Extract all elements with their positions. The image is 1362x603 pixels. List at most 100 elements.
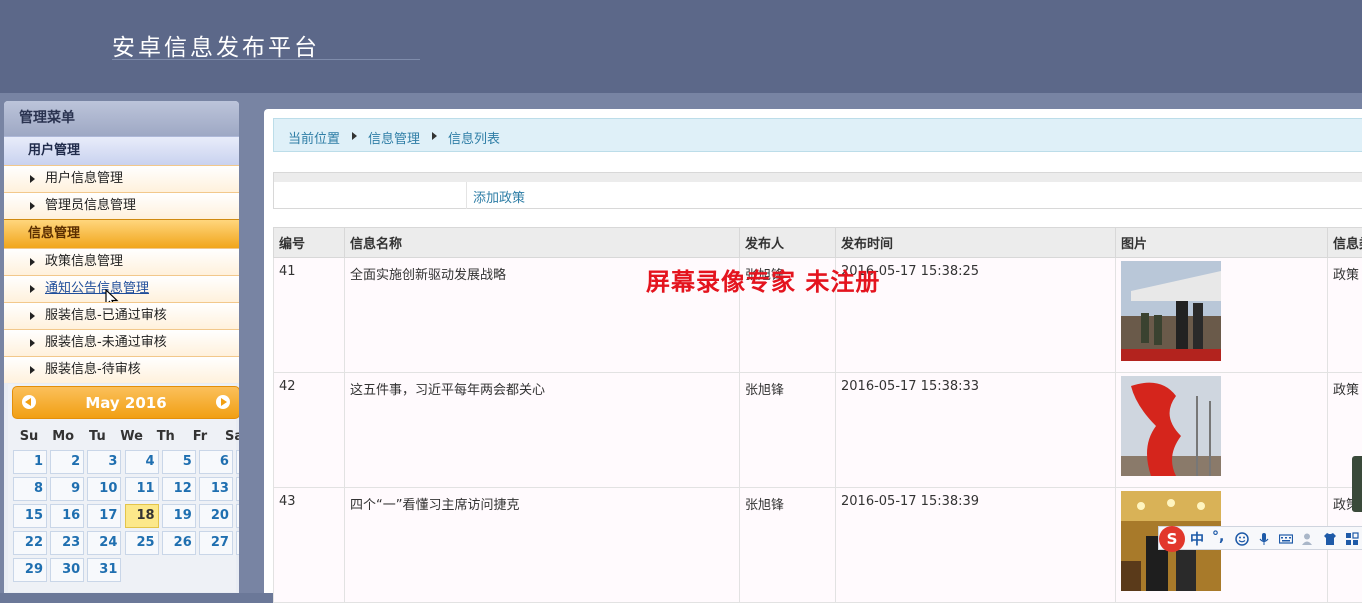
col-header-author: 发布人 bbox=[740, 228, 836, 258]
skin-shirt-icon[interactable] bbox=[1323, 532, 1337, 546]
keyboard-icon[interactable] bbox=[1279, 532, 1293, 546]
ime-logo-icon[interactable]: S bbox=[1159, 526, 1185, 552]
calendar-next-button[interactable] bbox=[216, 395, 230, 409]
screen-recorder-watermark: 屏幕录像专家 未注册 bbox=[646, 262, 880, 297]
ime-toolbar: S 中 °, bbox=[1158, 526, 1362, 550]
ime-mode-toggle[interactable]: 中 bbox=[1190, 529, 1204, 549]
caret-right-icon bbox=[30, 366, 35, 374]
floating-panel-handle[interactable] bbox=[1352, 456, 1362, 512]
sidebar: 管理菜单 用户管理 用户信息管理 管理员信息管理 信息管理 政策信息管理 通知公… bbox=[4, 101, 239, 593]
calendar-title: May 2016 bbox=[13, 394, 239, 412]
calendar-day[interactable]: 26 bbox=[162, 531, 196, 555]
calendar-day-today[interactable]: 18 bbox=[125, 504, 159, 528]
cell-id: 43 bbox=[274, 488, 345, 603]
sidebar-item-admin-info[interactable]: 管理员信息管理 bbox=[4, 192, 239, 219]
sidebar-item-label: 服装信息-未通过审核 bbox=[45, 335, 167, 350]
sidebar-item-notice[interactable]: 通知公告信息管理 bbox=[4, 275, 239, 302]
sidebar-item-clothes-rejected[interactable]: 服装信息-未通过审核 bbox=[4, 329, 239, 356]
calendar-day[interactable]: 3 bbox=[87, 450, 121, 474]
calendar-day[interactable]: 22 bbox=[13, 531, 47, 555]
sidebar-item-label: 通知公告信息管理 bbox=[45, 281, 149, 296]
calendar-day[interactable]: 13 bbox=[199, 477, 233, 501]
calendar-day[interactable]: 12 bbox=[162, 477, 196, 501]
caret-right-icon bbox=[30, 312, 35, 320]
calendar-day[interactable]: 24 bbox=[87, 531, 121, 555]
calendar-day[interactable]: 8 bbox=[13, 477, 47, 501]
ime-punctuation-toggle[interactable]: °, bbox=[1212, 529, 1224, 545]
calendar-day[interactable]: 17 bbox=[87, 504, 121, 528]
calendar-day[interactable]: 21 bbox=[236, 504, 239, 528]
calendar-widget: May 2016 Su Mo Tu We Th Fr Sa 1234567891… bbox=[8, 384, 236, 592]
title-underline bbox=[112, 59, 420, 60]
calendar-day[interactable]: 23 bbox=[50, 531, 84, 555]
calendar-day[interactable]: 16 bbox=[50, 504, 84, 528]
calendar-day[interactable]: 7 bbox=[236, 450, 239, 474]
calendar-day[interactable]: 29 bbox=[13, 558, 47, 582]
calendar-weeks: 1234567891011121314151617181920212223242… bbox=[13, 450, 239, 582]
calendar-header: May 2016 bbox=[12, 386, 239, 419]
sidebar-item-user-info[interactable]: 用户信息管理 bbox=[4, 165, 239, 192]
cell-name: 四个“一”看懂习主席访问捷克 bbox=[345, 488, 740, 603]
calendar-day[interactable]: 2 bbox=[50, 450, 84, 474]
app-title: 安卓信息发布平台 bbox=[112, 28, 320, 62]
calendar-day[interactable]: 9 bbox=[50, 477, 84, 501]
caret-right-icon bbox=[30, 339, 35, 347]
calendar-day[interactable]: 10 bbox=[87, 477, 121, 501]
calendar-day[interactable]: 20 bbox=[199, 504, 233, 528]
cell-id: 42 bbox=[274, 373, 345, 488]
cell-type: 政策 bbox=[1328, 258, 1362, 373]
weekday-label: Tu bbox=[81, 424, 113, 450]
col-header-id: 编号 bbox=[274, 228, 345, 258]
cell-name: 这五件事，习近平每年两会都关心 bbox=[345, 373, 740, 488]
calendar-week-row: 15161718192021 bbox=[13, 504, 239, 528]
sidebar-item-clothes-approved[interactable]: 服装信息-已通过审核 bbox=[4, 302, 239, 329]
caret-right-icon bbox=[352, 132, 357, 140]
calendar-day[interactable]: 11 bbox=[125, 477, 159, 501]
weekday-label: We bbox=[116, 424, 148, 450]
breadcrumb: 当前位置 信息管理 信息列表 bbox=[273, 118, 1362, 152]
menu-group-info[interactable]: 信息管理 bbox=[4, 219, 239, 248]
calendar-day[interactable]: 27 bbox=[199, 531, 233, 555]
cell-time: 2016-05-17 15:38:33 bbox=[836, 373, 1116, 488]
calendar-day[interactable]: 6 bbox=[199, 450, 233, 474]
menu-group-user[interactable]: 用户管理 bbox=[4, 136, 239, 165]
caret-right-icon bbox=[30, 202, 35, 210]
weekday-label: Fr bbox=[184, 424, 216, 450]
calendar-day[interactable]: 14 bbox=[236, 477, 239, 501]
calendar-day[interactable]: 30 bbox=[50, 558, 84, 582]
sidebar-item-label: 用户信息管理 bbox=[45, 171, 123, 186]
table-header-row: 编号 信息名称 发布人 发布时间 图片 信息类 bbox=[274, 228, 1362, 258]
calendar-day[interactable]: 5 bbox=[162, 450, 196, 474]
calendar-day[interactable]: 19 bbox=[162, 504, 196, 528]
sidebar-item-label: 服装信息-待审核 bbox=[45, 362, 141, 377]
calendar-week-row: 22232425262728 bbox=[13, 531, 239, 555]
toolbox-grid-icon[interactable] bbox=[1345, 532, 1359, 546]
sidebar-item-clothes-pending[interactable]: 服装信息-待审核 bbox=[4, 356, 239, 383]
action-bar-strip bbox=[274, 173, 1362, 182]
cell-id: 41 bbox=[274, 258, 345, 373]
microphone-icon[interactable] bbox=[1257, 532, 1271, 546]
calendar-day[interactable]: 4 bbox=[125, 450, 159, 474]
emoji-icon[interactable] bbox=[1235, 532, 1249, 546]
calendar-week-row: 293031 bbox=[13, 558, 239, 582]
col-header-name: 信息名称 bbox=[345, 228, 740, 258]
caret-right-icon bbox=[30, 285, 35, 293]
sidebar-title: 管理菜单 bbox=[4, 101, 239, 136]
calendar-day[interactable]: 15 bbox=[13, 504, 47, 528]
calendar-day[interactable]: 28 bbox=[236, 531, 239, 555]
calendar-day[interactable]: 31 bbox=[87, 558, 121, 582]
calendar-day[interactable]: 25 bbox=[125, 531, 159, 555]
calendar-week-row: 891011121314 bbox=[13, 477, 239, 501]
breadcrumb-item[interactable]: 信息管理 bbox=[368, 128, 420, 147]
arrow-right-icon bbox=[221, 398, 227, 406]
calendar-day[interactable]: 1 bbox=[13, 450, 47, 474]
cell-image bbox=[1116, 373, 1328, 488]
sidebar-item-policy[interactable]: 政策信息管理 bbox=[4, 248, 239, 275]
breadcrumb-item[interactable]: 当前位置 bbox=[288, 128, 340, 147]
calendar-week-row: 1234567 bbox=[13, 450, 239, 474]
user-icon[interactable] bbox=[1301, 532, 1315, 546]
breadcrumb-item[interactable]: 信息列表 bbox=[448, 128, 500, 147]
table-row[interactable]: 42 这五件事，习近平每年两会都关心 张旭锋 2016-05-17 15:38:… bbox=[274, 373, 1362, 488]
add-policy-link[interactable]: 添加政策 bbox=[473, 187, 525, 206]
col-header-image: 图片 bbox=[1116, 228, 1328, 258]
